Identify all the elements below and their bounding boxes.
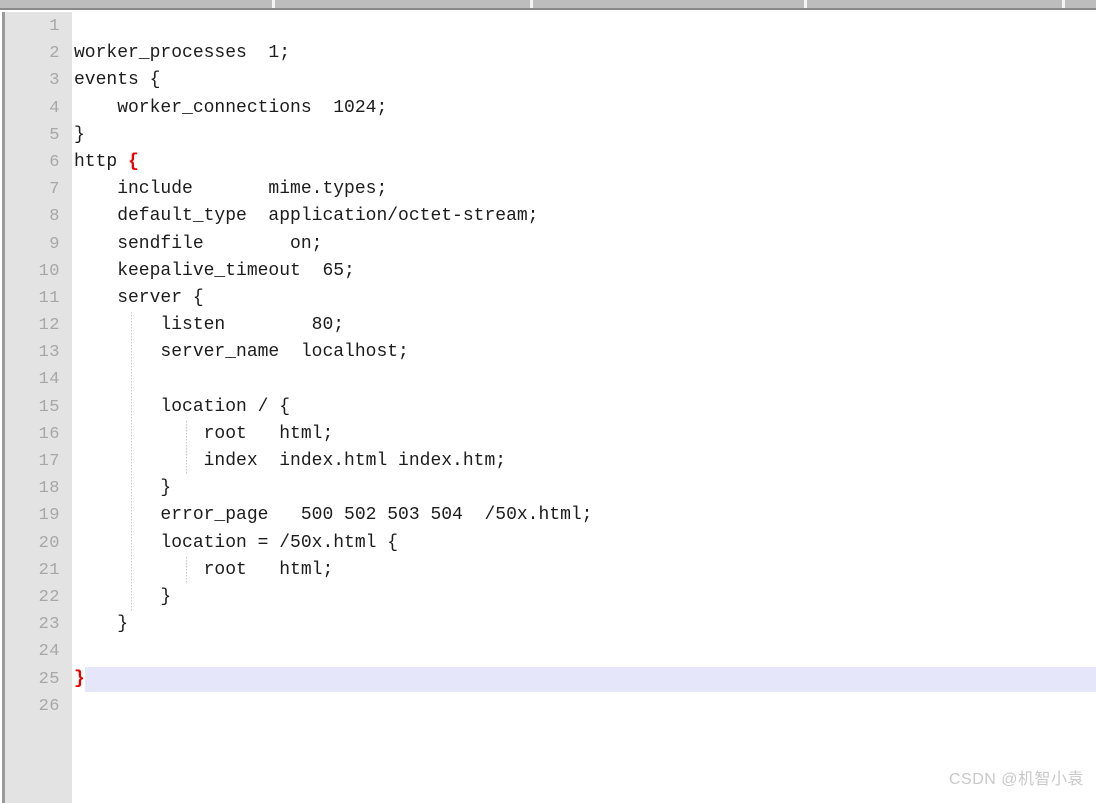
- line-number: 11: [38, 288, 60, 308]
- code-line[interactable]: root html;: [72, 421, 1096, 448]
- line-number: 15: [38, 397, 60, 417]
- code-text: server_name localhost;: [74, 342, 409, 363]
- code-editor[interactable]: 1 2 3 4 5 6 7 8 9 10 11 12 13 14 15 16 17 18 19 20 21 22 23 24 2…: [0, 12, 1096, 803]
- code-text: server {: [74, 287, 204, 308]
- code-line[interactable]: events {: [72, 67, 1096, 94]
- code-text: }: [74, 614, 129, 635]
- line-number-list: 1 2 3 4 5 6 7 8 9 10 11 12 13 14 15 16 17 18 19 20 21 22 23 24 2…: [5, 12, 72, 720]
- code-text: }: [74, 124, 85, 145]
- code-text: events {: [74, 70, 161, 91]
- code-text: include mime.types;: [74, 179, 388, 200]
- line-number: 7: [49, 180, 60, 200]
- code-text: }: [74, 478, 172, 499]
- code-line[interactable]: sendfile on;: [72, 231, 1096, 258]
- scrollbar-tick-1: [272, 0, 275, 8]
- line-number: 1: [49, 17, 60, 36]
- code-line[interactable]: listen 80;: [72, 312, 1096, 339]
- code-line[interactable]: location / {: [72, 394, 1096, 421]
- code-line[interactable]: server {: [72, 285, 1096, 312]
- code-line[interactable]: [72, 693, 1096, 720]
- code-line[interactable]: keepalive_timeout 65;: [72, 258, 1096, 285]
- matched-brace: }: [74, 668, 85, 689]
- line-number: 8: [49, 207, 60, 227]
- line-number: 23: [38, 615, 60, 635]
- matched-brace: {: [128, 151, 139, 172]
- code-text: }: [74, 586, 172, 607]
- code-text: location = /50x.html {: [74, 532, 399, 553]
- line-number: 3: [49, 71, 60, 91]
- scrollbar-tick-4: [1062, 0, 1065, 8]
- code-line[interactable]: include mime.types;: [72, 176, 1096, 203]
- code-line[interactable]: error_page 500 502 503 504 /50x.html;: [72, 502, 1096, 529]
- code-text: keepalive_timeout 65;: [74, 260, 355, 281]
- horizontal-scrollbar[interactable]: [0, 0, 1096, 10]
- code-text: worker_connections 1024;: [74, 97, 388, 118]
- code-line[interactable]: }: [72, 122, 1096, 149]
- code-text: http: [74, 151, 129, 172]
- code-text: default_type application/octet-stream;: [74, 206, 539, 227]
- line-number: 9: [49, 234, 60, 254]
- line-number: 17: [38, 452, 60, 471]
- code-text: location / {: [74, 396, 291, 417]
- line-number: 10: [38, 261, 60, 281]
- line-number: 25: [38, 669, 60, 689]
- line-number: 21: [38, 560, 60, 580]
- code-text-area[interactable]: worker_processes 1; events { worker_conne…: [72, 12, 1096, 803]
- line-number: 26: [38, 696, 60, 716]
- line-number: 2: [49, 44, 60, 64]
- code-text: sendfile on;: [74, 233, 323, 254]
- code-line[interactable]: }: [72, 475, 1096, 502]
- line-number: 19: [38, 506, 60, 526]
- line-number: 12: [38, 316, 60, 336]
- code-line[interactable]: [72, 638, 1096, 665]
- code-line[interactable]: http {: [72, 149, 1096, 176]
- code-text: root html;: [74, 423, 334, 444]
- code-line[interactable]: [72, 13, 1096, 40]
- line-number: 4: [49, 98, 60, 118]
- code-line[interactable]: [72, 366, 1096, 393]
- code-line-list: worker_processes 1; events { worker_conne…: [72, 12, 1096, 720]
- code-line[interactable]: }: [72, 611, 1096, 638]
- code-line[interactable]: }: [72, 666, 1096, 693]
- line-number: 13: [38, 343, 60, 363]
- code-line[interactable]: index index.html index.htm;: [72, 448, 1096, 475]
- code-text: listen 80;: [74, 315, 345, 336]
- code-text: index index.html index.htm;: [74, 451, 507, 471]
- code-line[interactable]: server_name localhost;: [72, 339, 1096, 366]
- line-number: 16: [38, 424, 60, 444]
- line-number: 22: [38, 587, 60, 607]
- code-line[interactable]: worker_connections 1024;: [72, 95, 1096, 122]
- scrollbar-tick-2: [530, 0, 533, 8]
- scrollbar-tick-3: [804, 0, 807, 8]
- code-line[interactable]: default_type application/octet-stream;: [72, 203, 1096, 230]
- code-text: root html;: [74, 559, 334, 580]
- line-number: 6: [49, 152, 60, 172]
- line-number: 24: [38, 642, 60, 662]
- code-text: worker_processes 1;: [74, 43, 291, 64]
- code-line[interactable]: }: [72, 584, 1096, 611]
- code-line[interactable]: location = /50x.html {: [72, 530, 1096, 557]
- line-number: 5: [49, 125, 60, 145]
- watermark-text: CSDN @机智小袁: [948, 771, 1084, 788]
- line-number: 20: [38, 533, 60, 553]
- line-number: 18: [38, 479, 60, 499]
- line-number-gutter: 1 2 3 4 5 6 7 8 9 10 11 12 13 14 15 16 17 18 19 20 21 22 23 24 2…: [5, 12, 72, 803]
- code-text: error_page 500 502 503 504 /50x.html;: [74, 505, 593, 526]
- line-number: 14: [38, 370, 60, 390]
- code-line[interactable]: worker_processes 1;: [72, 40, 1096, 67]
- code-line[interactable]: root html;: [72, 557, 1096, 584]
